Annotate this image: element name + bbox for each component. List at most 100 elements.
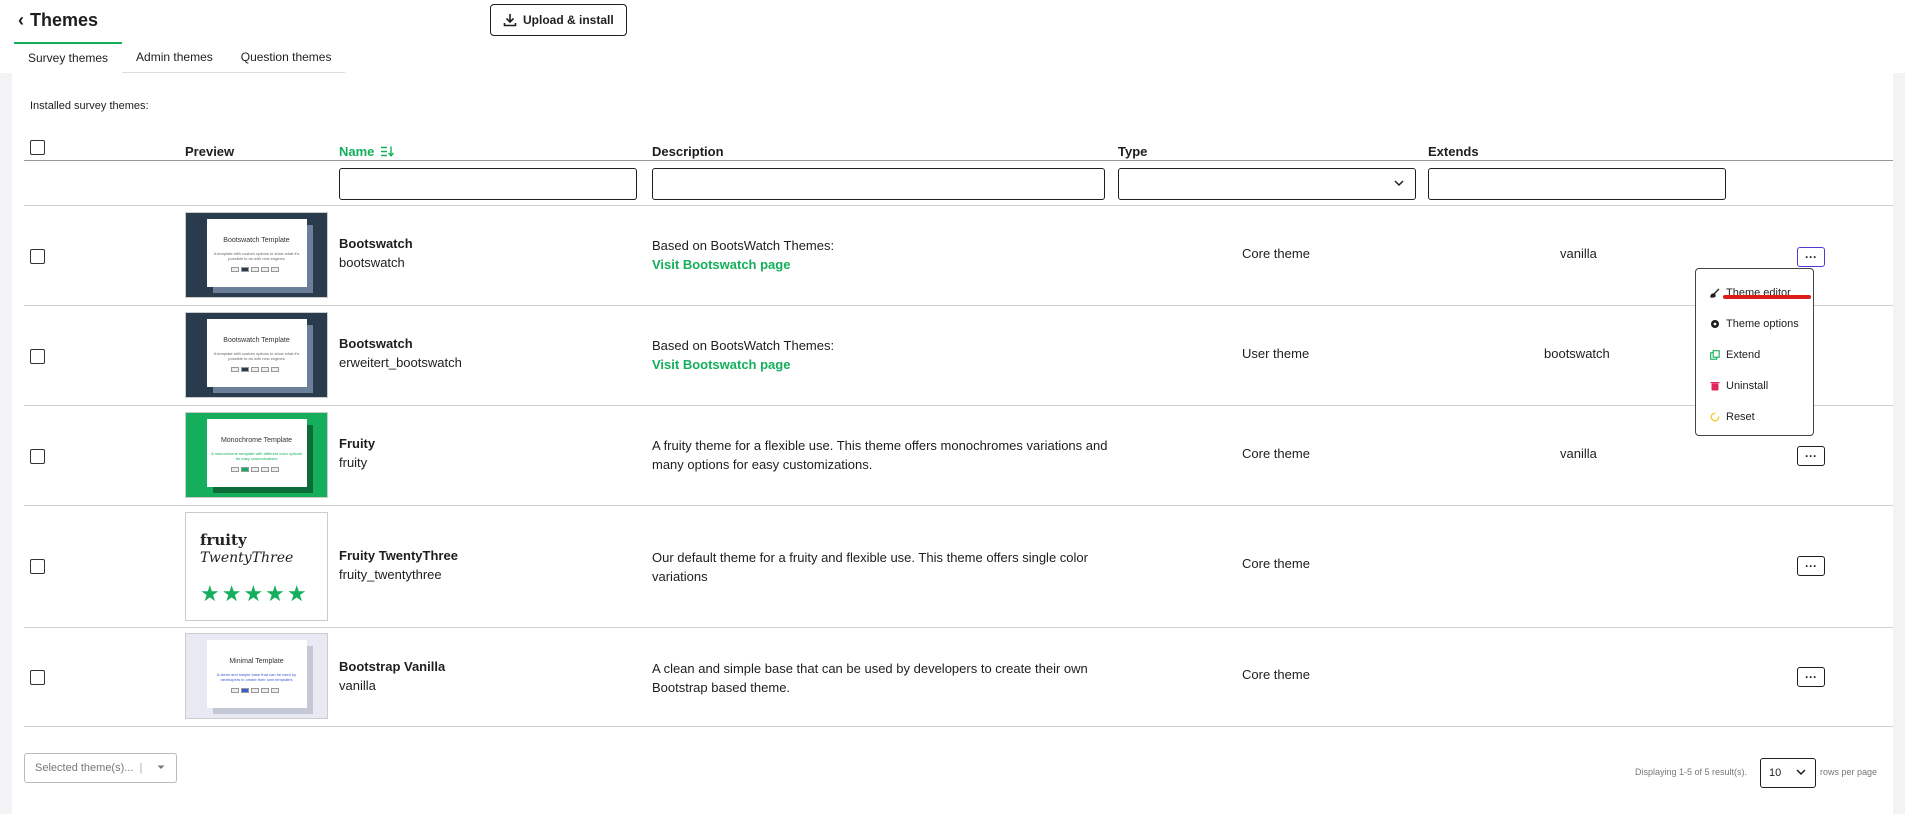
theme-name: Bootswatch — [339, 236, 413, 251]
caret-down-icon — [157, 765, 165, 769]
copy-icon — [1710, 349, 1720, 360]
download-icon — [503, 14, 517, 27]
thumb-page — [231, 367, 239, 372]
thumb-title: Monochrome Template — [220, 437, 293, 444]
thumb-page: 1 — [231, 267, 239, 272]
header-divider — [24, 160, 1893, 161]
menu-item-label: Reset — [1726, 410, 1755, 423]
thumb-page — [241, 688, 249, 693]
highlight-annotation — [1723, 295, 1811, 299]
page-size-select[interactable]: 10 — [1760, 758, 1816, 788]
theme-slug: bootswatch — [339, 255, 405, 270]
theme-description: A clean and simple base that can be used… — [652, 661, 1088, 695]
thumb-title: Minimal Template — [229, 658, 284, 665]
column-header-preview: Preview — [185, 143, 235, 159]
thumb-page — [251, 688, 259, 693]
theme-name: Bootswatch — [339, 336, 413, 351]
name-filter-input[interactable] — [339, 168, 637, 200]
top-bar: ‹ Themes Upload & install — [0, 0, 1905, 42]
thumb-page — [231, 688, 239, 693]
row-actions-button[interactable]: ··· — [1797, 667, 1825, 687]
menu-item-label: Uninstall — [1726, 379, 1769, 392]
bootswatch-link[interactable]: Visit Bootswatch page — [652, 255, 1112, 274]
theme-type: Core theme — [1242, 446, 1310, 461]
theme-extends: vanilla — [1560, 446, 1597, 461]
column-header-name-label: Name — [339, 143, 375, 159]
trash-icon — [1710, 381, 1720, 390]
thumb-page — [271, 688, 279, 693]
theme-preview-thumbnail: fruity TwentyThree ★★★★★ — [185, 512, 328, 621]
description-text: Based on BootsWatch Themes: — [652, 338, 835, 353]
back-link[interactable]: ‹ Themes — [18, 10, 98, 31]
description-filter-input[interactable] — [652, 168, 1105, 200]
thumb-page — [271, 467, 279, 472]
theme-name: Fruity — [339, 436, 376, 451]
thumb-page — [261, 367, 269, 372]
thumb-page — [261, 688, 269, 693]
rows-per-page-label: rows per page — [1820, 767, 1878, 777]
row-actions-button[interactable]: ··· — [1797, 247, 1825, 267]
bootswatch-link[interactable]: Visit Bootswatch page — [652, 355, 1112, 374]
theme-type: Core theme — [1242, 667, 1310, 682]
thumb-page — [261, 467, 269, 472]
thumb-title: Bootswatch Template — [223, 237, 290, 244]
theme-preview-thumbnail: Minimal Template A clean and simple base… — [185, 633, 328, 719]
themes-panel: Installed survey themes: Preview Name De… — [12, 73, 1893, 814]
theme-name: Bootstrap Vanilla — [339, 659, 446, 674]
thumb-subtitle: TwentyThree — [200, 550, 294, 566]
row-checkbox[interactable] — [30, 559, 45, 574]
row-actions-button[interactable]: ··· — [1797, 446, 1825, 466]
thumb-page — [251, 367, 259, 372]
thumb-page — [241, 267, 249, 272]
chevron-down-icon — [1394, 180, 1404, 187]
tab-bar: Survey themes Admin themes Question them… — [14, 42, 346, 73]
theme-extends: vanilla — [1560, 246, 1597, 261]
row-checkbox[interactable] — [30, 349, 45, 364]
row-divider — [24, 726, 1893, 727]
page-title: Themes — [30, 10, 99, 30]
row-divider — [24, 305, 1893, 306]
type-filter-select[interactable] — [1118, 168, 1416, 200]
tab-survey-themes[interactable]: Survey themes — [14, 42, 123, 73]
thumb-subtitle: A clean and simple base that can be used… — [216, 672, 297, 682]
menu-item-label: Extend — [1726, 348, 1761, 361]
thumb-page — [271, 367, 279, 372]
theme-description: Based on BootsWatch Themes: Visit Bootsw… — [652, 336, 1112, 374]
thumb-page — [251, 467, 259, 472]
thumb-title: Bootswatch Template — [223, 337, 290, 344]
menu-item-theme-options[interactable]: Theme options — [1696, 308, 1813, 339]
menu-item-extend[interactable]: Extend — [1696, 339, 1813, 370]
thumb-title: fruity — [200, 531, 247, 549]
selected-themes-dropdown[interactable]: Selected theme(s)... | — [24, 753, 177, 783]
theme-description: Based on BootsWatch Themes: Visit Bootsw… — [652, 236, 1112, 274]
row-divider — [24, 627, 1893, 628]
theme-slug: vanilla — [339, 678, 376, 693]
thumb-subtitle: A template with custom options to show w… — [213, 351, 300, 361]
row-actions-button[interactable]: ··· — [1797, 556, 1825, 576]
column-header-name[interactable]: Name — [339, 136, 395, 166]
row-checkbox[interactable] — [30, 670, 45, 685]
thumb-subtitle: A template with custom options to show w… — [213, 251, 300, 261]
extends-filter-input[interactable] — [1428, 168, 1726, 200]
thumb-page — [261, 267, 269, 272]
menu-item-uninstall[interactable]: Uninstall — [1696, 370, 1813, 401]
select-all-checkbox[interactable] — [30, 140, 45, 155]
tab-admin-themes[interactable]: Admin themes — [122, 42, 227, 73]
filter-divider — [24, 205, 1893, 206]
menu-item-reset[interactable]: Reset — [1696, 401, 1813, 432]
selected-themes-placeholder: Selected theme(s)... — [35, 762, 134, 774]
theme-slug: erweitert_bootswatch — [339, 355, 462, 370]
row-checkbox[interactable] — [30, 449, 45, 464]
row-checkbox[interactable] — [30, 249, 45, 264]
theme-preview-thumbnail: Bootswatch Template A template with cust… — [185, 312, 328, 398]
column-header-type: Type — [1118, 143, 1148, 159]
row-divider — [24, 505, 1893, 506]
thumb-page — [251, 267, 259, 272]
menu-item-theme-editor[interactable]: Theme editor — [1696, 277, 1813, 308]
upload-install-button[interactable]: Upload & install — [490, 4, 627, 36]
theme-type: Core theme — [1242, 246, 1310, 261]
column-header-description: Description — [652, 143, 724, 159]
tab-question-themes[interactable]: Question themes — [226, 42, 346, 73]
theme-extends: bootswatch — [1544, 346, 1610, 361]
dropdown-separator: | — [139, 762, 143, 774]
